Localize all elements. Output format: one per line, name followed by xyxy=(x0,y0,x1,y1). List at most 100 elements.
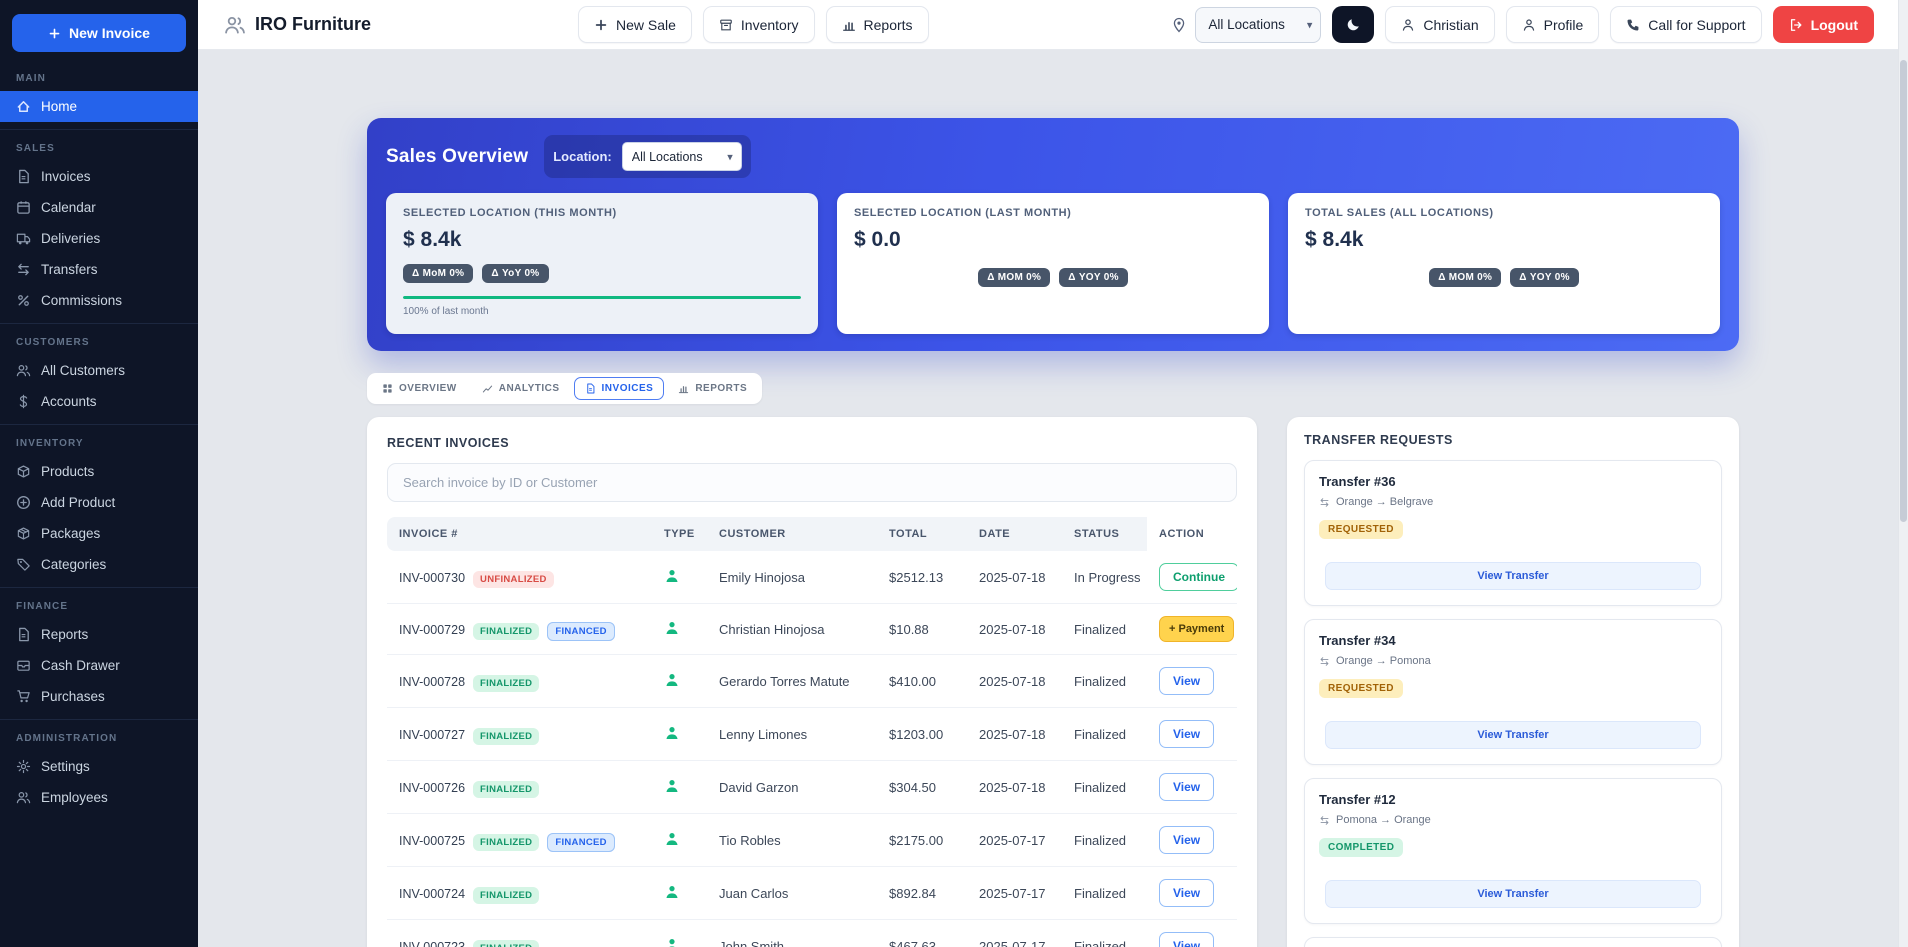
tab-invoices[interactable]: INVOICES xyxy=(574,377,665,400)
sidebar-item-deliveries[interactable]: Deliveries xyxy=(0,223,198,254)
sidebar-item-commissions[interactable]: Commissions xyxy=(0,285,198,316)
sales-stat-card-0: SELECTED LOCATION (THIS MONTH)$ 8.4kΔ Mo… xyxy=(386,193,818,334)
customer-type-icon xyxy=(664,778,680,794)
invoice-row: INV-000726FINALIZEDDavid Garzon$304.5020… xyxy=(387,761,1237,814)
sidebar-item-label: Cash Drawer xyxy=(41,658,120,673)
transfer-route: Pomona → Orange xyxy=(1319,814,1707,826)
customer-name: Tio Robles xyxy=(707,814,877,867)
logout-icon xyxy=(1789,18,1803,32)
header-location-select-wrap: All Locations ▾ xyxy=(1195,7,1321,43)
calendar-icon xyxy=(16,200,31,215)
header-location-select[interactable]: All Locations xyxy=(1195,7,1321,43)
badge-finalized: FINALIZED xyxy=(473,887,539,904)
new-invoice-button[interactable]: New Invoice xyxy=(12,14,186,52)
invoice-status: Finalized xyxy=(1062,867,1147,920)
view-transfer-button[interactable]: View Transfer xyxy=(1325,562,1701,590)
new-invoice-label: New Invoice xyxy=(69,25,150,41)
user-button[interactable]: Christian xyxy=(1385,6,1494,43)
transfer-name: Transfer #34 xyxy=(1319,633,1707,648)
sidebar-item-packages[interactable]: Packages xyxy=(0,518,198,549)
invoice-action-view-button[interactable]: View xyxy=(1159,773,1214,801)
sidebar-item-home[interactable]: Home xyxy=(0,91,198,122)
column-header-status: STATUS xyxy=(1062,517,1147,551)
sidebar-item-label: Commissions xyxy=(41,293,122,308)
sidebar-item-cash-drawer[interactable]: Cash Drawer xyxy=(0,650,198,681)
customer-type-icon xyxy=(664,884,680,900)
view-transfer-button[interactable]: View Transfer xyxy=(1325,880,1701,908)
tab-label: REPORTS xyxy=(695,383,747,394)
sidebar-item-invoices[interactable]: Invoices xyxy=(0,161,198,192)
invoice-id: INV-000723 xyxy=(399,940,465,947)
sidebar-item-employees[interactable]: Employees xyxy=(0,782,198,813)
sidebar-item-label: Deliveries xyxy=(41,231,100,246)
logout-button[interactable]: Logout xyxy=(1773,6,1874,43)
transfer-status-badge: COMPLETED xyxy=(1319,838,1403,857)
yoy-badge: Δ YoY 0% xyxy=(482,264,548,283)
reports-button[interactable]: Reports xyxy=(826,6,929,43)
user-icon xyxy=(1401,18,1415,32)
sidebar-item-categories[interactable]: Categories xyxy=(0,549,198,580)
brand: IRO Furniture xyxy=(224,14,371,36)
invoice-action-continue-button[interactable]: Continue xyxy=(1159,563,1237,591)
invoice-date: 2025-07-18 xyxy=(967,761,1062,814)
invoice-id: INV-000729 xyxy=(399,623,465,637)
sidebar-item-purchases[interactable]: Purchases xyxy=(0,681,198,712)
new-sale-label: New Sale xyxy=(616,17,676,33)
invoice-action-view-button[interactable]: View xyxy=(1159,667,1214,695)
invoice-id: INV-000726 xyxy=(399,781,465,795)
invoice-action-view-button[interactable]: View xyxy=(1159,720,1214,748)
sidebar-section-title-finance: FINANCE xyxy=(0,587,198,619)
badge-finalized: FINALIZED xyxy=(473,675,539,692)
tab-reports[interactable]: REPORTS xyxy=(667,377,758,400)
invoice-status: Finalized xyxy=(1062,761,1147,814)
badge-finalized: FINALIZED xyxy=(473,781,539,798)
transfer-route-text: Orange → Belgrave xyxy=(1336,496,1433,508)
stat-cards: SELECTED LOCATION (THIS MONTH)$ 8.4kΔ Mo… xyxy=(386,193,1720,334)
customer-name: David Garzon xyxy=(707,761,877,814)
sidebar-item-calendar[interactable]: Calendar xyxy=(0,192,198,223)
invoice-date: 2025-07-18 xyxy=(967,551,1062,604)
view-transfer-button[interactable]: View Transfer xyxy=(1325,721,1701,749)
transfer-card: Transfer #34Orange → PomonaREQUESTEDView… xyxy=(1304,619,1722,765)
tag-icon xyxy=(16,557,31,572)
invoice-action-view-button[interactable]: View xyxy=(1159,879,1214,907)
sidebar-item-reports[interactable]: Reports xyxy=(0,619,198,650)
location-pin-icon xyxy=(1171,17,1187,33)
tab-analytics[interactable]: ANALYTICS xyxy=(471,377,571,400)
profile-button[interactable]: Profile xyxy=(1506,6,1600,43)
support-button[interactable]: Call for Support xyxy=(1610,6,1761,43)
sidebar-item-products[interactable]: Products xyxy=(0,456,198,487)
sidebar-item-accounts[interactable]: Accounts xyxy=(0,386,198,417)
inventory-label: Inventory xyxy=(741,17,799,33)
invoice-search-input[interactable] xyxy=(387,463,1237,502)
sidebar-item-settings[interactable]: Settings xyxy=(0,751,198,782)
sidebar-item-label: Categories xyxy=(41,557,106,572)
customer-name: Gerardo Torres Matute xyxy=(707,655,877,708)
invoice-action-view-button[interactable]: View xyxy=(1159,932,1214,947)
invoice-status: Finalized xyxy=(1062,604,1147,655)
scrollbar-track[interactable] xyxy=(1898,0,1908,947)
scrollbar-thumb[interactable] xyxy=(1900,60,1907,522)
inventory-button[interactable]: Inventory xyxy=(703,6,815,43)
invoice-row: INV-000729FINALIZEDFINANCEDChristian Hin… xyxy=(387,604,1237,655)
sidebar-item-all-customers[interactable]: All Customers xyxy=(0,355,198,386)
sidebar-item-add-product[interactable]: Add Product xyxy=(0,487,198,518)
file-icon xyxy=(16,627,31,642)
transfer-card-partial xyxy=(1304,937,1722,947)
dollar-icon xyxy=(16,394,31,409)
invoice-status: In Progress xyxy=(1062,551,1147,604)
dark-mode-toggle[interactable] xyxy=(1332,6,1374,43)
overview-location-select[interactable]: All Locations xyxy=(622,142,742,171)
invoice-row: INV-000730UNFINALIZEDEmily Hinojosa$2512… xyxy=(387,551,1237,604)
sidebar-section-title-customers: CUSTOMERS xyxy=(0,323,198,355)
invoice-action-view-button[interactable]: View xyxy=(1159,826,1214,854)
package-icon xyxy=(16,526,31,541)
tab-overview[interactable]: OVERVIEW xyxy=(371,377,468,400)
invoice-action-payment-button[interactable]: + Payment xyxy=(1159,616,1234,642)
sidebar-item-transfers[interactable]: Transfers xyxy=(0,254,198,285)
sidebar-section-title-sales: SALES xyxy=(0,129,198,161)
sidebar-item-label: Transfers xyxy=(41,262,98,277)
customer-type-icon xyxy=(664,725,680,741)
transfer-route: Orange → Pomona xyxy=(1319,655,1707,667)
new-sale-button[interactable]: New Sale xyxy=(578,6,692,43)
